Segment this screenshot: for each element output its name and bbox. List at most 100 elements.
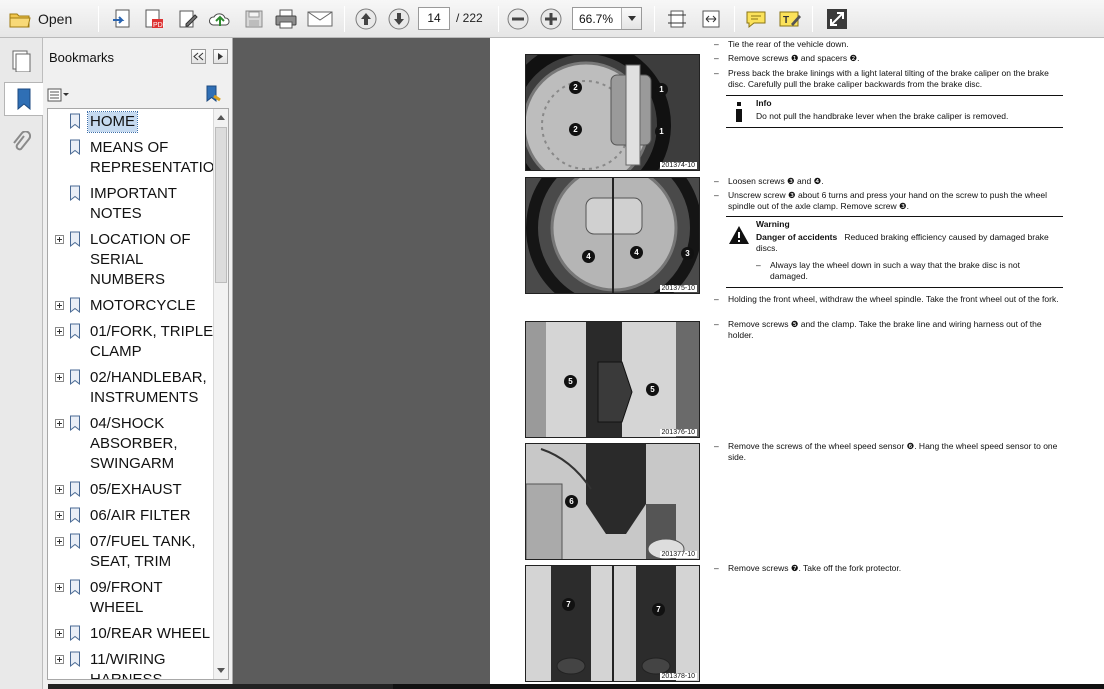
bookmark-icon-wrap xyxy=(69,507,81,529)
expand-plus-icon[interactable] xyxy=(55,373,64,382)
instruction-step: – Remove the screws of the wheel speed se… xyxy=(714,441,1058,462)
expand-plus-icon[interactable] xyxy=(55,419,64,428)
bookmark-icon-wrap xyxy=(69,139,81,161)
callout: 4 xyxy=(630,246,643,259)
callout: 7 xyxy=(562,598,575,611)
save-button[interactable] xyxy=(240,6,268,32)
figure-4-illustration xyxy=(526,444,685,559)
bookmark-item[interactable]: 09/FRONT WHEEL xyxy=(48,575,214,621)
bookmark-item[interactable]: 06/AIR FILTER xyxy=(48,503,214,529)
find-bookmark-button[interactable] xyxy=(203,84,223,109)
plus-circle-icon xyxy=(540,8,562,30)
expand-plus-icon[interactable] xyxy=(55,327,64,336)
instruction-step: – Remove screws ❶ and spacers ❷. xyxy=(714,53,860,63)
bookmark-item[interactable]: 05/EXHAUST xyxy=(48,477,214,503)
printer-icon xyxy=(275,9,297,29)
bookmark-icon xyxy=(70,625,80,642)
figure-5: 7 7 201378-10 xyxy=(525,565,700,682)
expand-panel-button[interactable] xyxy=(213,49,228,64)
callout: 4 xyxy=(582,250,595,263)
instruction-step: – Remove screws ❺ and the clamp. Take the… xyxy=(714,319,1042,340)
scroll-thumb[interactable] xyxy=(215,127,227,283)
bookmark-scrollbar[interactable] xyxy=(213,109,228,679)
figure-2: 4 4 3 201375-10 xyxy=(525,177,700,294)
bookmark-item[interactable]: LOCATION OF SERIAL NUMBERS xyxy=(48,227,214,293)
expand-plus-icon[interactable] xyxy=(55,485,64,494)
bookmark-item[interactable]: 01/FORK, TRIPLE CLAMP xyxy=(48,319,214,365)
figure-id: 201377-10 xyxy=(659,551,697,558)
create-pdf-button[interactable] xyxy=(108,6,136,32)
edit-button[interactable] xyxy=(174,6,202,32)
figure-1: 2 1 2 1 201374-10 xyxy=(525,54,700,171)
svg-text:T: T xyxy=(783,15,789,26)
figure-id: 201378-10 xyxy=(659,673,697,680)
expand-plus-icon[interactable] xyxy=(55,655,64,664)
bookmark-item[interactable]: HOME xyxy=(48,109,214,135)
zoom-select[interactable]: 66.7% xyxy=(572,7,642,30)
bookmark-icon-wrap xyxy=(69,481,81,503)
warning-title: Warning xyxy=(756,219,790,229)
bookmark-icon-wrap xyxy=(69,533,81,555)
expand-button[interactable] xyxy=(822,6,852,32)
expand-plus-icon[interactable] xyxy=(55,537,64,546)
fit-width-button[interactable] xyxy=(696,6,726,32)
bookmark-item[interactable]: 07/FUEL TANK, SEAT, TRIM xyxy=(48,529,214,575)
expand-plus-icon[interactable] xyxy=(55,629,64,638)
bookmark-icon xyxy=(70,113,80,130)
bookmark-icon xyxy=(70,369,80,386)
bookmark-icon xyxy=(70,139,80,156)
chevron-down-icon[interactable] xyxy=(621,8,641,29)
figure-id: 201375-10 xyxy=(659,285,697,292)
bookmark-item[interactable]: 04/SHOCK ABSORBER, SWINGARM xyxy=(48,411,214,477)
expand-plus-icon[interactable] xyxy=(55,583,64,592)
email-button[interactable] xyxy=(304,6,336,32)
open-button[interactable]: Open xyxy=(8,6,84,32)
zoom-value: 66.7% xyxy=(579,12,614,26)
triangle-right-icon xyxy=(218,53,223,60)
bookmark-icon-wrap xyxy=(69,113,81,135)
bookmark-icon-wrap xyxy=(69,185,81,207)
bookmark-label: 10/REAR WHEEL xyxy=(90,625,211,642)
print-button[interactable] xyxy=(272,6,300,32)
bookmark-label: 05/EXHAUST xyxy=(90,481,182,498)
zoom-in-button[interactable] xyxy=(537,6,565,32)
export-pdf-button[interactable]: PDF xyxy=(140,6,168,32)
comment-button[interactable] xyxy=(742,6,770,32)
page-thumbnails-button[interactable] xyxy=(4,44,38,78)
bookmark-item[interactable]: 02/HANDLEBAR, INSTRUMENTS xyxy=(48,365,214,411)
next-page-button[interactable] xyxy=(385,6,413,32)
bookmark-tree: HOME MEANS OF REPRESENTATION IMPORTANT NOT… xyxy=(47,108,229,680)
scroll-up-icon[interactable] xyxy=(217,115,225,120)
expand-plus-icon[interactable] xyxy=(55,511,64,520)
expand-plus-icon[interactable] xyxy=(55,301,64,310)
collapse-panel-button[interactable] xyxy=(191,49,206,64)
folder-icon xyxy=(9,13,31,28)
bookmark-icon-wrap xyxy=(69,625,81,647)
expand-plus-icon[interactable] xyxy=(55,235,64,244)
zoom-out-button[interactable] xyxy=(504,6,532,32)
figure-id: 201374-10 xyxy=(659,162,697,169)
callout: 2 xyxy=(569,123,582,136)
bookmark-item[interactable]: IMPORTANT NOTES xyxy=(48,181,214,227)
bookmark-item[interactable]: MEANS OF REPRESENTATION xyxy=(48,135,225,181)
info-note: Info Do not pull the handbrake lever whe… xyxy=(726,95,1063,128)
bookmark-options[interactable] xyxy=(47,84,71,106)
page-number-input[interactable]: 14 xyxy=(418,7,450,30)
scroll-down-icon[interactable] xyxy=(217,668,225,673)
fit-page-button[interactable] xyxy=(662,6,692,32)
attachments-button[interactable] xyxy=(4,126,38,160)
callout: 5 xyxy=(646,383,659,396)
warning-note: Warning Danger of accidents Reduced brak… xyxy=(726,216,1063,288)
bookmark-item[interactable]: 10/REAR WHEEL xyxy=(48,621,214,647)
previous-page-button[interactable] xyxy=(352,6,380,32)
bookmarks-tab-button[interactable] xyxy=(4,82,43,116)
bookmark-item[interactable]: MOTORCYCLE xyxy=(48,293,214,319)
figure-2-illustration xyxy=(526,178,699,293)
upload-button[interactable] xyxy=(206,6,234,32)
bookmark-label: 09/FRONT WHEEL xyxy=(90,579,163,616)
highlight-button[interactable]: T xyxy=(776,6,804,32)
bookmark-label: LOCATION OF SERIAL NUMBERS xyxy=(90,231,191,288)
create-pdf-icon xyxy=(113,9,130,28)
warning-body: Danger of accidents Reduced braking effi… xyxy=(756,232,1061,254)
bookmark-item[interactable]: 11/WIRING HARNESS, BATTERY xyxy=(48,647,214,679)
